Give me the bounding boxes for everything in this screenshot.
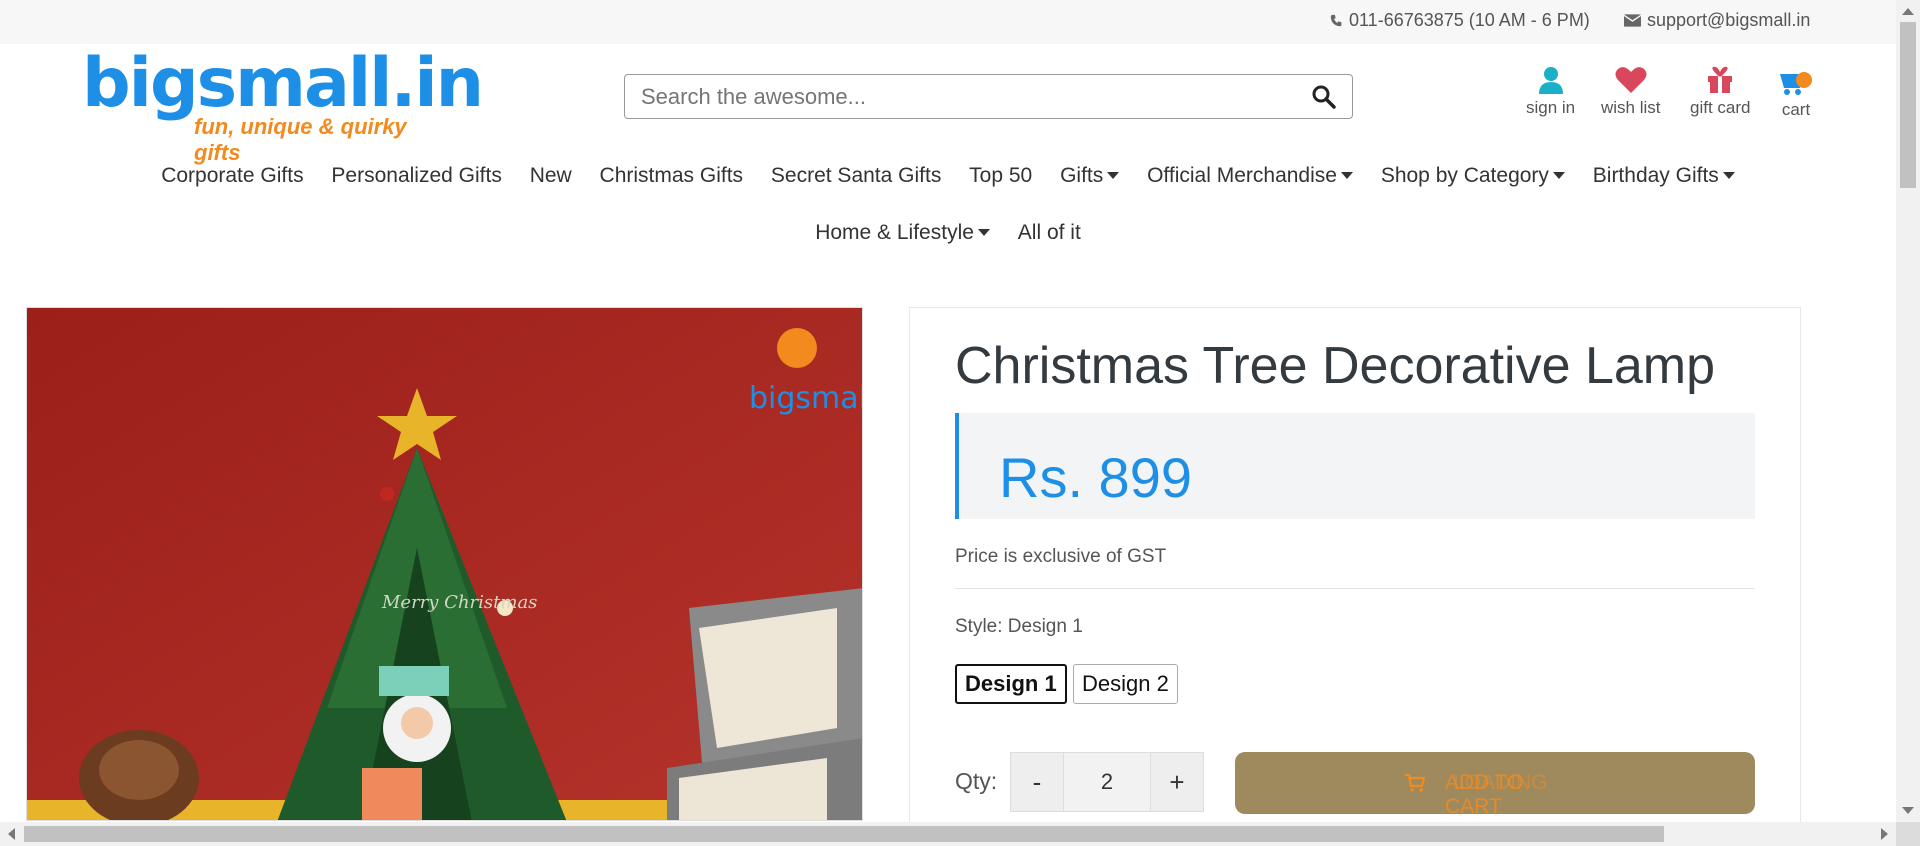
- support-email: support@bigsmall.in: [1647, 10, 1811, 30]
- vertical-scroll-thumb[interactable]: [1900, 22, 1916, 188]
- phone-contact[interactable]: 011-66763875 (10 AM - 6 PM): [1330, 10, 1590, 31]
- qty-increase-button[interactable]: +: [1151, 753, 1203, 811]
- product-image[interactable]: Merry Christmas bigsmall.in: [26, 307, 863, 821]
- design-1-option[interactable]: Design 1: [955, 664, 1067, 704]
- design-2-option[interactable]: Design 2: [1073, 664, 1178, 704]
- product-title: Christmas Tree Decorative Lamp: [955, 337, 1716, 395]
- email-contact[interactable]: support@bigsmall.in: [1624, 10, 1810, 31]
- nav-personalized-gifts[interactable]: Personalized Gifts: [331, 164, 501, 188]
- nav-top-50[interactable]: Top 50: [969, 164, 1032, 188]
- caret-down-icon: [977, 229, 990, 236]
- search-input[interactable]: [641, 75, 1301, 118]
- nav-christmas-gifts[interactable]: Christmas Gifts: [600, 164, 744, 188]
- user-icon: [1538, 67, 1563, 94]
- nav-home-lifestyle-dropdown[interactable]: Home & Lifestyle: [815, 221, 990, 245]
- nav-gifts-dropdown[interactable]: Gifts: [1060, 164, 1120, 188]
- nav-corporate-gifts[interactable]: Corporate Gifts: [161, 164, 303, 188]
- divider: [955, 588, 1755, 589]
- wish-list-label: wish list: [1601, 98, 1661, 117]
- phone-number: 011-66763875 (10 AM - 6 PM): [1349, 10, 1590, 30]
- cart-elephant-icon: [1780, 72, 1812, 95]
- qty-value[interactable]: 2: [1063, 753, 1151, 811]
- nav-shop-by-category-dropdown[interactable]: Shop by Category: [1381, 164, 1565, 188]
- scroll-down-arrow-icon[interactable]: [1902, 807, 1914, 814]
- caret-down-icon: [1340, 172, 1353, 179]
- nav-shop-by-category-label: Shop by Category: [1380, 164, 1549, 187]
- logo-brand: bigsmall.in: [82, 44, 484, 123]
- top-contact-bar: 011-66763875 (10 AM - 6 PM) support@bigs…: [0, 0, 1896, 44]
- nav-all-of-it[interactable]: All of it: [1018, 221, 1081, 245]
- quantity-stepper: - 2 +: [1010, 752, 1204, 812]
- logo-tagline: fun, unique & quirky gifts: [194, 114, 407, 165]
- qty-label: Qty:: [955, 768, 998, 794]
- caret-down-icon: [1722, 172, 1735, 179]
- search-icon[interactable]: [1312, 85, 1336, 109]
- add-to-cart-button[interactable]: ADD TO CART LOADING: [1235, 752, 1755, 818]
- main-nav-row-2: Home & Lifestyle All of it: [0, 221, 1896, 245]
- sign-in-link[interactable]: sign in: [1526, 66, 1575, 118]
- cart-label: cart: [1781, 100, 1811, 119]
- scroll-left-arrow-icon[interactable]: [8, 828, 15, 840]
- site-logo[interactable]: bigsmall.in fun, unique & quirky gifts: [82, 44, 484, 165]
- cart-link[interactable]: cart: [1778, 66, 1814, 120]
- gift-icon: [1708, 66, 1733, 93]
- nav-gifts-label: Gifts: [1060, 164, 1104, 187]
- heart-icon: [1615, 67, 1647, 93]
- nav-secret-santa-gifts[interactable]: Secret Santa Gifts: [771, 164, 941, 188]
- style-label: Style: Design 1: [955, 616, 1083, 637]
- gst-note: Price is exclusive of GST: [955, 546, 1167, 567]
- svg-text:bigsmall.in: bigsmall.in: [749, 381, 863, 416]
- product-price: Rs. 899: [999, 446, 1192, 509]
- product-photo: Merry Christmas bigsmall.in: [27, 308, 863, 820]
- qty-decrease-button[interactable]: -: [1011, 753, 1063, 811]
- nav-birthday-gifts-label: Birthday Gifts: [1592, 164, 1719, 187]
- caret-down-icon: [1107, 172, 1120, 179]
- nav-official-merchandise-label: Official Merchandise: [1147, 164, 1337, 187]
- caret-down-icon: [1552, 172, 1565, 179]
- mail-icon: [1624, 14, 1641, 27]
- search-bar: [624, 74, 1353, 119]
- scrollbar-corner: [1896, 822, 1920, 846]
- price-box: Rs. 899: [955, 413, 1755, 519]
- horizontal-scrollbar[interactable]: [0, 822, 1896, 846]
- cart-button-text: ADD TO CART LOADING: [1445, 771, 1585, 818]
- nav-home-lifestyle-label: Home & Lifestyle: [815, 221, 974, 244]
- wish-list-link[interactable]: wish list: [1601, 66, 1661, 118]
- gift-card-link[interactable]: gift card: [1690, 66, 1750, 118]
- horizontal-scroll-thumb[interactable]: [24, 826, 1664, 842]
- shopping-cart-icon: [1405, 774, 1425, 792]
- nav-official-merchandise-dropdown[interactable]: Official Merchandise: [1147, 164, 1353, 188]
- nav-birthday-gifts-dropdown[interactable]: Birthday Gifts: [1593, 164, 1735, 188]
- gift-card-label: gift card: [1690, 98, 1751, 117]
- phone-icon: [1330, 14, 1342, 27]
- nav-new[interactable]: New: [530, 164, 572, 188]
- vertical-scrollbar[interactable]: [1896, 0, 1920, 822]
- scroll-right-arrow-icon[interactable]: [1881, 828, 1888, 840]
- svg-text:Merry Christmas: Merry Christmas: [381, 592, 537, 613]
- loading-label: LOADING: [1453, 771, 1548, 794]
- sign-in-label: sign in: [1526, 98, 1576, 117]
- scroll-up-arrow-icon[interactable]: [1902, 8, 1914, 15]
- main-nav-row-1: Corporate Gifts Personalized Gifts New C…: [0, 164, 1896, 188]
